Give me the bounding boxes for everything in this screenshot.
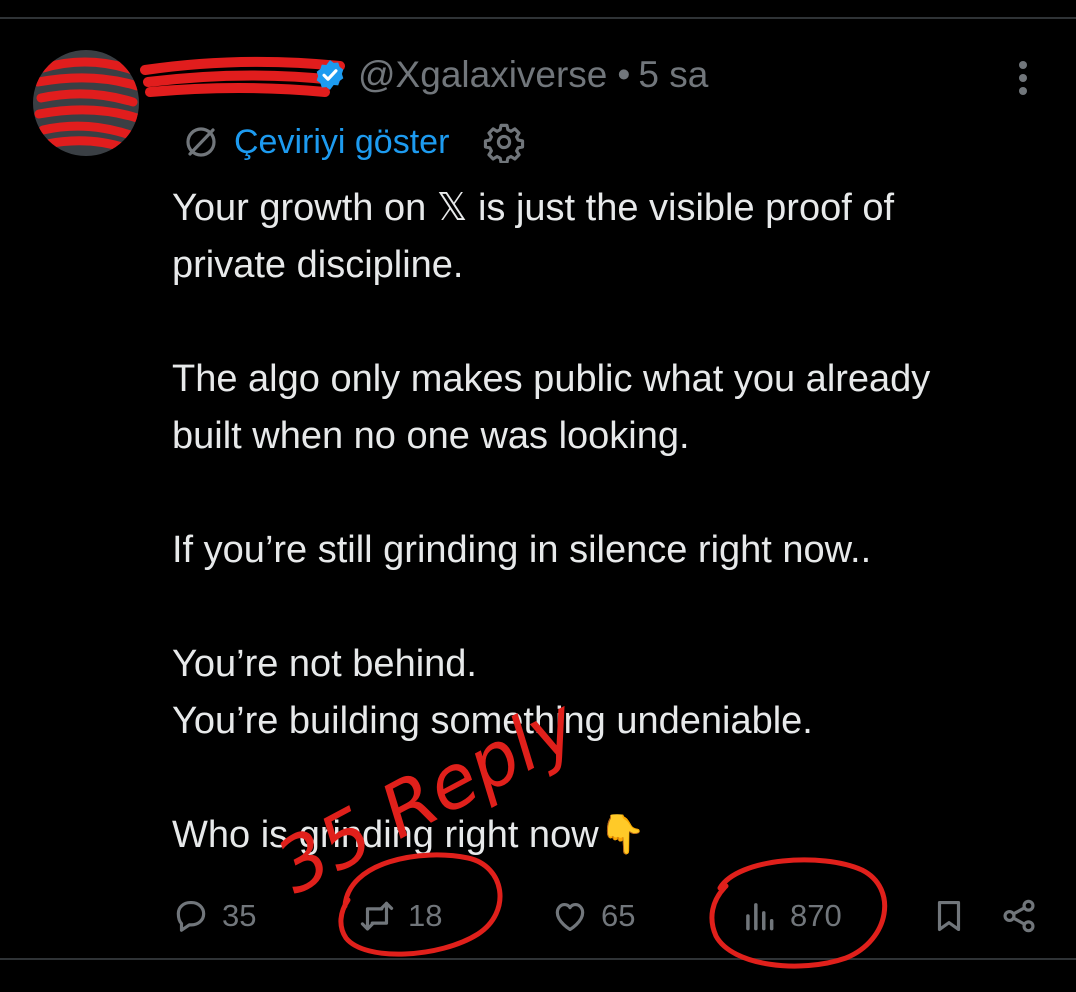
author-meta: @Xgalaxiverse • 5 sa bbox=[358, 54, 708, 96]
post-line: You’re not behind. bbox=[172, 643, 477, 685]
post-line: If you’re still grinding in silence righ… bbox=[172, 529, 872, 571]
bottom-divider bbox=[0, 958, 1076, 960]
post-line: The algo only makes public what you alre… bbox=[172, 358, 931, 400]
post-line: built when no one was looking. bbox=[172, 415, 690, 457]
translate-row: Çeviriyi göster bbox=[182, 120, 525, 164]
repost-icon bbox=[360, 901, 394, 931]
action-bar: 35 18 65 870 bbox=[0, 888, 1076, 944]
redaction-scribble bbox=[33, 57, 139, 153]
heart-icon bbox=[555, 903, 585, 932]
repost-button[interactable]: 18 bbox=[358, 888, 442, 944]
verified-badge-icon bbox=[316, 60, 344, 90]
bookmark-button[interactable] bbox=[930, 888, 980, 944]
author-handle[interactable]: @Xgalaxiverse bbox=[358, 54, 607, 95]
gear-icon[interactable] bbox=[483, 121, 525, 163]
reply-button[interactable]: 35 bbox=[172, 888, 256, 944]
meta-separator: • bbox=[617, 54, 631, 95]
post-line: private discipline. bbox=[172, 244, 464, 286]
like-count: 65 bbox=[601, 898, 636, 933]
post-line: Your growth on 𝕏 is just the visible pro… bbox=[172, 187, 895, 229]
post-line: Who is grinding right now👇 bbox=[172, 814, 646, 856]
views-bars-icon bbox=[746, 903, 774, 931]
views-count: 870 bbox=[790, 898, 842, 933]
post-text: Your growth on 𝕏 is just the visible pro… bbox=[172, 180, 1052, 864]
top-divider bbox=[0, 17, 1076, 19]
translate-icon bbox=[186, 127, 216, 157]
reply-bubble-icon bbox=[176, 900, 206, 932]
like-button[interactable]: 65 bbox=[551, 888, 635, 944]
post-timestamp[interactable]: 5 sa bbox=[638, 54, 708, 95]
share-button[interactable] bbox=[1000, 888, 1050, 944]
post-line: You’re building something undeniable. bbox=[172, 700, 813, 742]
views-button[interactable]: 870 bbox=[740, 888, 842, 944]
avatar[interactable] bbox=[33, 50, 139, 156]
reply-count: 35 bbox=[222, 898, 257, 933]
show-translation-link[interactable]: Çeviriyi göster bbox=[234, 123, 449, 162]
more-vertical-icon[interactable] bbox=[1006, 58, 1040, 98]
repost-count: 18 bbox=[408, 898, 443, 933]
bookmark-icon bbox=[937, 900, 961, 932]
share-icon bbox=[1003, 899, 1035, 933]
